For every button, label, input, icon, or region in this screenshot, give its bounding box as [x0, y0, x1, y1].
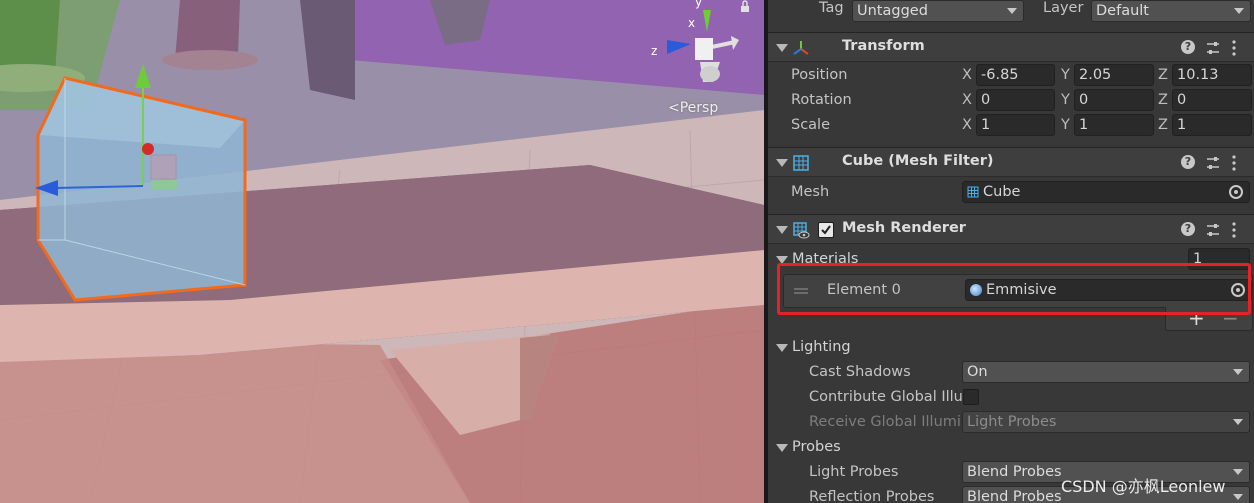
persp-label[interactable]: <Persp [668, 100, 718, 116]
chevron-down-icon [1233, 419, 1243, 425]
help-icon[interactable]: ? [1181, 40, 1195, 54]
rotation-x-axis[interactable]: X [962, 92, 972, 108]
remove-material-button[interactable]: − [1222, 307, 1239, 329]
mesh-renderer-title: Mesh Renderer [842, 220, 966, 236]
contribute-gi-label: Contribute Global Illu [809, 389, 963, 405]
scene-view[interactable]: y x z <Persp [0, 0, 764, 503]
reflection-probes-value: Blend Probes [967, 489, 1062, 503]
rotation-y-axis[interactable]: Y [1061, 92, 1070, 108]
probes-foldout-icon[interactable] [776, 444, 788, 452]
mesh-renderer-enabled-checkbox[interactable] [818, 222, 834, 238]
tag-dropdown[interactable]: Untagged [852, 0, 1024, 22]
layer-value: Default [1096, 3, 1149, 19]
scale-y-field[interactable]: 1 [1074, 114, 1154, 136]
scale-z-field[interactable]: 1 [1172, 114, 1252, 136]
materials-count-field[interactable]: 1 [1188, 248, 1250, 270]
cast-shadows-value: On [967, 364, 988, 380]
element-0-material-field[interactable]: Emmisive [965, 279, 1252, 301]
object-picker-icon[interactable] [1231, 283, 1245, 297]
reflection-probes-label: Reflection Probes [809, 489, 935, 503]
chevron-down-icon [1234, 8, 1244, 14]
tag-value: Untagged [857, 3, 928, 19]
more-options-icon[interactable] [1231, 153, 1237, 173]
foldout-arrow-icon[interactable] [776, 159, 788, 167]
inspector-panel: Tag Untagged Layer Default Transform ? P… [768, 0, 1254, 503]
lighting-foldout-icon[interactable] [776, 344, 788, 352]
element-0-label: Element 0 [827, 282, 901, 298]
presets-icon[interactable] [1205, 222, 1221, 238]
materials-label[interactable]: Materials [792, 251, 858, 267]
light-probes-value: Blend Probes [967, 464, 1062, 480]
scale-z-axis[interactable]: Z [1158, 117, 1168, 133]
rotation-z-field[interactable]: 0 [1172, 89, 1252, 111]
more-options-icon[interactable] [1231, 220, 1237, 240]
gizmo-z-label: z [651, 44, 657, 58]
transform-title: Transform [842, 38, 925, 54]
presets-icon[interactable] [1205, 155, 1221, 171]
mesh-filter-header[interactable]: Cube (Mesh Filter) ? [768, 147, 1254, 177]
more-options-icon[interactable] [1231, 38, 1237, 58]
rotation-z-axis[interactable]: Z [1158, 92, 1168, 108]
tag-label: Tag [819, 0, 844, 16]
help-icon[interactable]: ? [1181, 222, 1195, 236]
add-material-button[interactable]: + [1188, 307, 1205, 329]
rotation-label[interactable]: Rotation [791, 92, 852, 108]
element-0-material-value: Emmisive [986, 282, 1057, 298]
object-picker-icon[interactable] [1229, 185, 1243, 199]
drag-handle-icon[interactable] [794, 286, 808, 296]
view-orientation-gizmo[interactable]: y x z [645, 0, 745, 95]
position-y-field[interactable]: 2.05 [1074, 64, 1154, 86]
lighting-label[interactable]: Lighting [792, 339, 851, 355]
transform-header[interactable]: Transform ? [768, 32, 1254, 62]
position-z-field[interactable]: 10.13 [1172, 64, 1252, 86]
cast-shadows-dropdown[interactable]: On [962, 361, 1250, 383]
chevron-down-icon [1007, 8, 1017, 14]
checkmark-icon [821, 225, 831, 235]
mesh-label: Mesh [791, 184, 830, 200]
foldout-arrow-icon[interactable] [776, 226, 788, 234]
mesh-filter-icon [793, 155, 809, 171]
help-icon[interactable]: ? [1181, 155, 1195, 169]
position-z-axis[interactable]: Z [1158, 67, 1168, 83]
probes-label[interactable]: Probes [792, 439, 841, 455]
materials-add-remove-bar: + − [1165, 307, 1253, 331]
watermark: CSDN @亦枫Leonlew [1061, 477, 1226, 496]
material-icon [970, 284, 982, 296]
mesh-renderer-icon [793, 222, 810, 239]
mesh-value: Cube [983, 184, 1021, 200]
chevron-down-icon [1233, 494, 1243, 500]
chevron-down-icon [1233, 469, 1243, 475]
chevron-down-icon [1233, 369, 1243, 375]
mesh-icon [967, 186, 979, 198]
scale-y-axis[interactable]: Y [1061, 117, 1070, 133]
position-y-axis[interactable]: Y [1061, 67, 1070, 83]
layer-dropdown[interactable]: Default [1091, 0, 1251, 22]
gizmo-x-label: x [688, 16, 695, 30]
scale-x-axis[interactable]: X [962, 117, 972, 133]
mesh-renderer-header[interactable]: Mesh Renderer ? [768, 214, 1254, 244]
materials-foldout-icon[interactable] [776, 256, 788, 264]
layer-label: Layer [1043, 0, 1084, 16]
position-x-axis[interactable]: X [962, 67, 972, 83]
rotation-x-field[interactable]: 0 [976, 89, 1055, 111]
position-x-field[interactable]: -6.85 [976, 64, 1055, 86]
transform-icon [793, 41, 809, 55]
contribute-gi-checkbox[interactable] [963, 389, 979, 405]
cast-shadows-label: Cast Shadows [809, 364, 911, 380]
scale-label[interactable]: Scale [791, 117, 830, 133]
mesh-field[interactable]: Cube [962, 181, 1250, 203]
scale-x-field[interactable]: 1 [976, 114, 1055, 136]
rotation-y-field[interactable]: 0 [1074, 89, 1154, 111]
light-probes-label: Light Probes [809, 464, 899, 480]
gizmo-y-label: y [695, 0, 702, 9]
foldout-arrow-icon[interactable] [776, 44, 788, 52]
mesh-filter-title: Cube (Mesh Filter) [842, 153, 994, 169]
materials-list: Element 0 Emmisive [783, 274, 1253, 308]
receive-gi-value: Light Probes [967, 414, 1057, 430]
receive-gi-dropdown[interactable]: Light Probes [962, 411, 1250, 433]
receive-gi-label: Receive Global Illumi [809, 414, 961, 430]
position-label[interactable]: Position [791, 67, 847, 83]
lock-icon[interactable] [738, 0, 752, 14]
presets-icon[interactable] [1205, 40, 1221, 56]
